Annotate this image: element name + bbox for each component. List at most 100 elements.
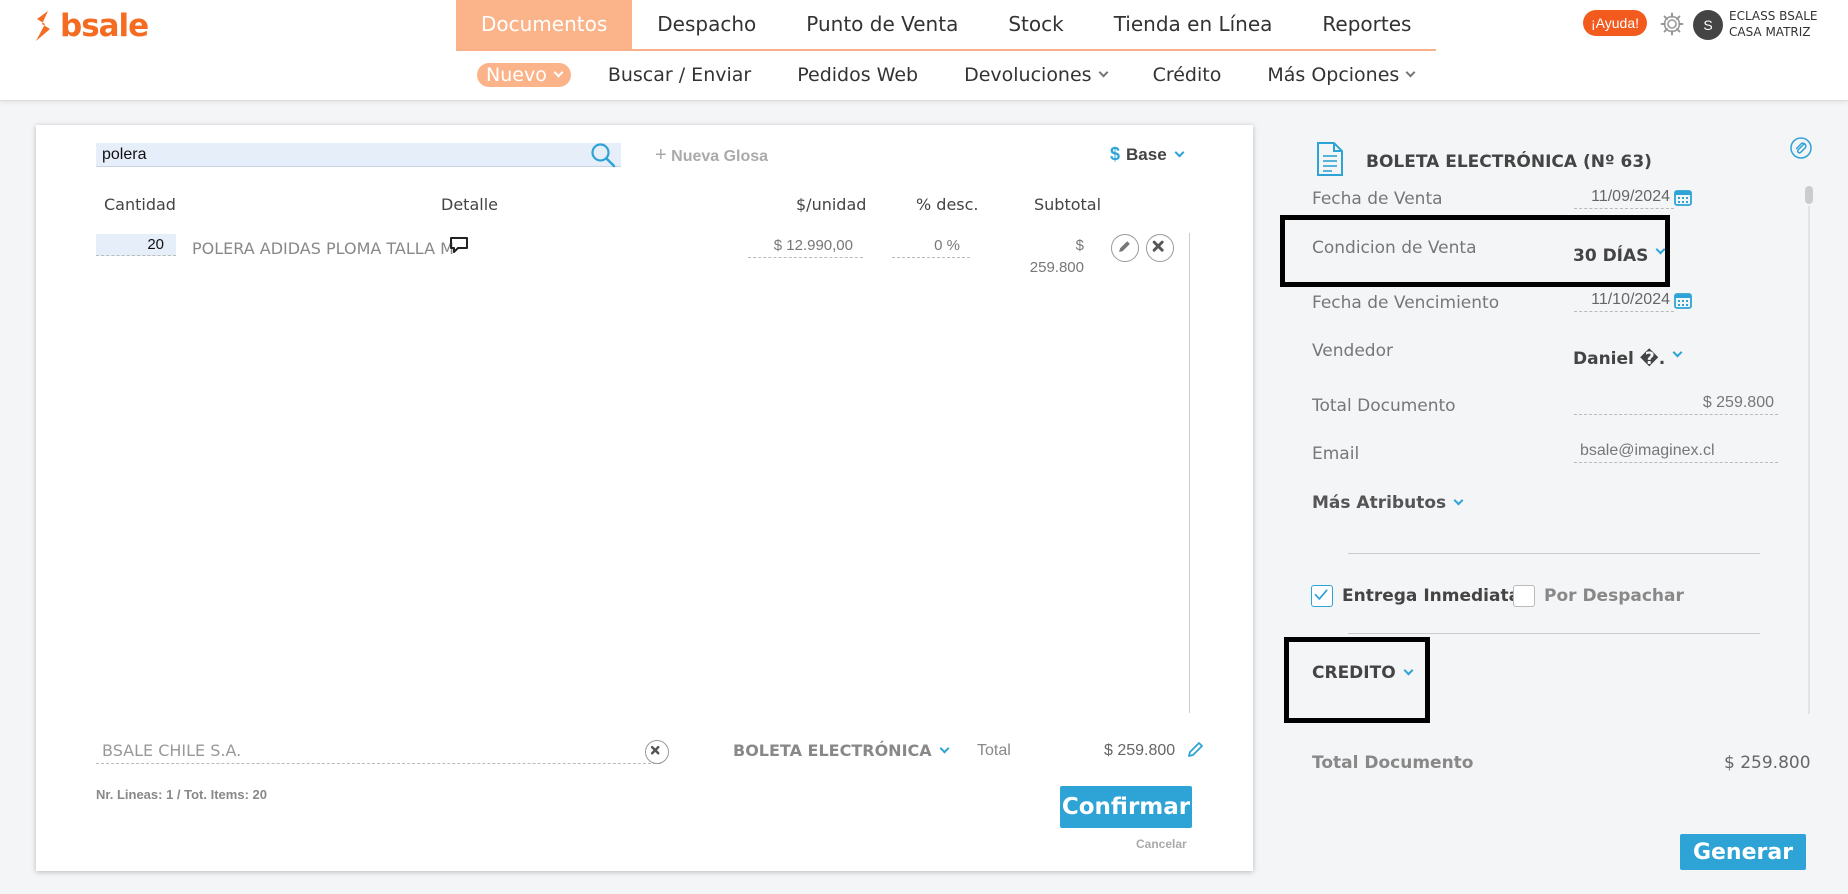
document-editor-panel: + Nueva Glosa $ Base Cantidad Detalle $/… — [36, 125, 1253, 871]
close-icon — [650, 745, 660, 755]
row-detail: POLERA ADIDAS PLOMA TALLA M — [192, 239, 454, 258]
comment-icon[interactable] — [449, 236, 469, 254]
vendedor-select[interactable]: Daniel �. — [1573, 347, 1683, 369]
bsale-logo[interactable]: bsale — [32, 8, 149, 44]
document-type-label: BOLETA ELECTRÓNICA — [733, 741, 932, 760]
chevron-down-icon — [1672, 347, 1683, 357]
email-input[interactable]: bsale@imaginex.cl — [1574, 440, 1778, 463]
pencil-icon[interactable] — [1186, 739, 1206, 759]
subnav-credito[interactable]: Crédito — [1153, 64, 1222, 86]
email-label: Email — [1312, 444, 1360, 464]
plus-icon: + — [655, 144, 667, 166]
row-quantity-input[interactable]: 20 — [96, 234, 176, 256]
help-button[interactable]: ¡Ayuda! — [1583, 10, 1647, 36]
delete-row-button[interactable] — [1146, 234, 1174, 262]
footer-total-label: Total Documento — [1312, 753, 1474, 773]
pencil-icon — [1119, 241, 1130, 252]
chevron-down-icon — [1174, 147, 1185, 157]
column-header-detalle: Detalle — [441, 195, 498, 214]
vendedor-value: Daniel �. — [1573, 349, 1666, 369]
chevron-down-icon — [1453, 495, 1464, 506]
calendar-icon[interactable] — [1673, 187, 1693, 207]
row-subtotal: $ 259.800 — [1029, 237, 1084, 276]
nav-stock[interactable]: Stock — [983, 0, 1088, 49]
subnav-mas-opciones[interactable]: Más Opciones — [1267, 64, 1416, 86]
client-name-field[interactable]: BSALE CHILE S.A. — [96, 739, 661, 764]
row-discount-input[interactable]: 0 % — [892, 235, 970, 258]
document-type-selector[interactable]: BOLETA ELECTRÓNICA — [733, 741, 950, 760]
divider — [1348, 633, 1760, 634]
column-header-unit-price: $/unidad — [796, 195, 867, 214]
attachment-icon[interactable] — [1790, 137, 1812, 159]
scrollbar-track[interactable] — [1808, 206, 1810, 714]
total-documento-value: $ 259.800 — [1574, 392, 1778, 415]
currency-label: Base — [1126, 144, 1167, 164]
condicion-venta-label: Condicion de Venta — [1312, 238, 1477, 258]
cancel-link[interactable]: Cancelar — [1136, 837, 1187, 851]
total-value: $ 259.800 — [1104, 742, 1176, 759]
por-despachar-checkbox[interactable] — [1513, 585, 1535, 607]
currency-symbol: $ — [1110, 144, 1121, 164]
confirm-button[interactable]: Confirmar — [1060, 786, 1192, 828]
product-search-input[interactable] — [96, 143, 621, 167]
footer-total-value: $ 259.800 — [1724, 753, 1811, 773]
subnav-buscar-enviar[interactable]: Buscar / Enviar — [608, 64, 751, 86]
line-summary: Nr. Lineas: 1 / Tot. Items: 20 — [96, 787, 267, 802]
entrega-inmediata-checkbox[interactable] — [1311, 585, 1333, 607]
fecha-vencimiento-input[interactable]: 11/10/2024 — [1574, 289, 1674, 312]
sub-nav: Nuevo Buscar / Enviar Pedidos Web Devolu… — [0, 51, 1848, 101]
entrega-inmediata-label[interactable]: Entrega Inmediata — [1342, 586, 1520, 606]
currency-selector[interactable]: $ Base — [1110, 144, 1185, 165]
condicion-venta-select[interactable]: 30 DÍAS — [1573, 244, 1666, 266]
payment-method-select[interactable]: CREDITO — [1312, 663, 1414, 683]
por-despachar-label[interactable]: Por Despachar — [1544, 586, 1684, 606]
divider — [1348, 553, 1760, 554]
gear-icon[interactable] — [1660, 12, 1684, 36]
condicion-venta-value: 30 DÍAS — [1573, 246, 1649, 266]
total-label: Total — [977, 742, 1011, 759]
fecha-venta-label: Fecha de Venta — [1312, 189, 1443, 209]
nav-documentos[interactable]: Documentos — [456, 0, 633, 49]
column-header-subtotal: Subtotal — [1034, 195, 1102, 214]
document-title: BOLETA ELECTRÓNICA (Nº 63) — [1366, 152, 1652, 172]
close-icon — [1152, 240, 1164, 252]
avatar[interactable]: S — [1693, 10, 1723, 40]
nav-reportes[interactable]: Reportes — [1297, 0, 1436, 49]
subnav-mas-opciones-label: Más Opciones — [1267, 64, 1400, 86]
top-bar: bsale Documentos Despacho Punto de Venta… — [0, 0, 1848, 51]
fecha-vencimiento-label: Fecha de Vencimiento — [1312, 293, 1500, 313]
column-header-cantidad: Cantidad — [104, 195, 176, 214]
scrollbar-thumb[interactable] — [1805, 186, 1813, 204]
chevron-down-icon — [553, 67, 564, 78]
subnav-pedidos-web[interactable]: Pedidos Web — [797, 64, 918, 86]
row-unit-price-input[interactable]: $ 12.990,00 — [748, 235, 863, 258]
nav-punto-de-venta[interactable]: Punto de Venta — [781, 0, 983, 49]
chevron-down-icon — [1405, 67, 1416, 78]
bsale-logo-icon — [36, 11, 50, 41]
mas-atributos-toggle[interactable]: Más Atributos — [1312, 493, 1464, 513]
subnav-nuevo[interactable]: Nuevo — [477, 63, 571, 87]
checkmark-icon — [1314, 589, 1328, 600]
chevron-down-icon — [939, 743, 950, 753]
subnav-devoluciones[interactable]: Devoluciones — [964, 64, 1109, 86]
subnav-nuevo-label: Nuevo — [486, 64, 547, 86]
nav-despacho[interactable]: Despacho — [632, 0, 781, 49]
generate-button[interactable]: Generar — [1680, 834, 1806, 870]
mas-atributos-label: Más Atributos — [1312, 493, 1447, 513]
brand-name: bsale — [60, 8, 149, 44]
clear-client-button[interactable] — [645, 740, 669, 764]
user-info[interactable]: ECLASS BSALE CASA MATRIZ — [1729, 8, 1818, 40]
column-header-discount: % desc. — [916, 195, 979, 214]
calendar-icon[interactable] — [1673, 290, 1693, 310]
chevron-down-icon — [1098, 67, 1109, 78]
edit-row-button[interactable] — [1111, 234, 1139, 262]
search-icon[interactable] — [590, 142, 616, 168]
fecha-venta-input[interactable]: 11/09/2024 — [1574, 186, 1674, 209]
nav-tienda-en-linea[interactable]: Tienda en Línea — [1089, 0, 1298, 49]
new-glosa-button[interactable]: + Nueva Glosa — [655, 144, 768, 167]
chevron-down-icon — [1655, 244, 1666, 254]
main-nav: Documentos Despacho Punto de Venta Stock… — [456, 0, 1437, 51]
document-icon — [1317, 142, 1343, 176]
new-glosa-label: Nueva Glosa — [671, 148, 769, 165]
subnav-devoluciones-label: Devoluciones — [964, 64, 1092, 86]
